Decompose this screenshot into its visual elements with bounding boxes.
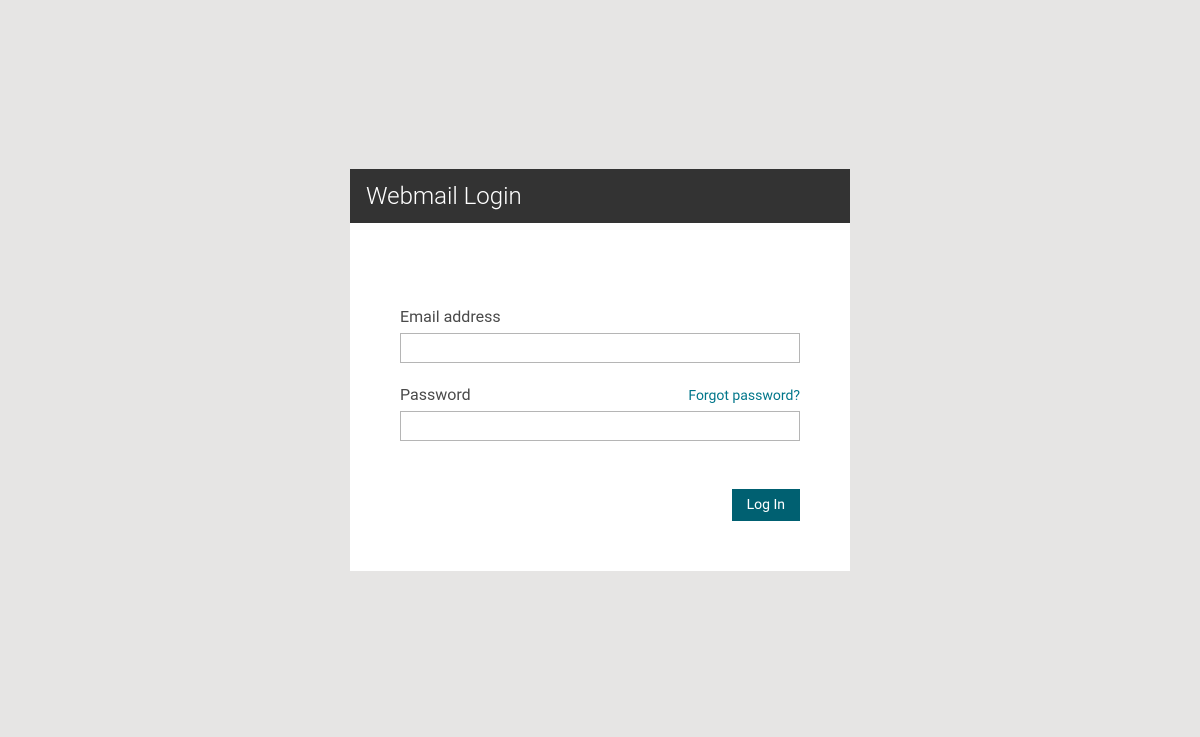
email-label-row: Email address (400, 307, 800, 326)
login-body: Email address Password Forgot password? … (350, 223, 850, 571)
forgot-password-link[interactable]: Forgot password? (688, 388, 800, 404)
login-header-title: Webmail Login (350, 169, 850, 223)
email-field[interactable] (400, 333, 800, 363)
password-label: Password (400, 385, 471, 404)
login-card: Webmail Login Email address Password For… (350, 169, 850, 571)
password-field[interactable] (400, 411, 800, 441)
password-group: Password Forgot password? (400, 385, 800, 441)
login-button[interactable]: Log In (732, 489, 800, 521)
email-group: Email address (400, 307, 800, 363)
button-row: Log In (400, 489, 800, 521)
password-label-row: Password Forgot password? (400, 385, 800, 404)
email-label: Email address (400, 307, 501, 326)
